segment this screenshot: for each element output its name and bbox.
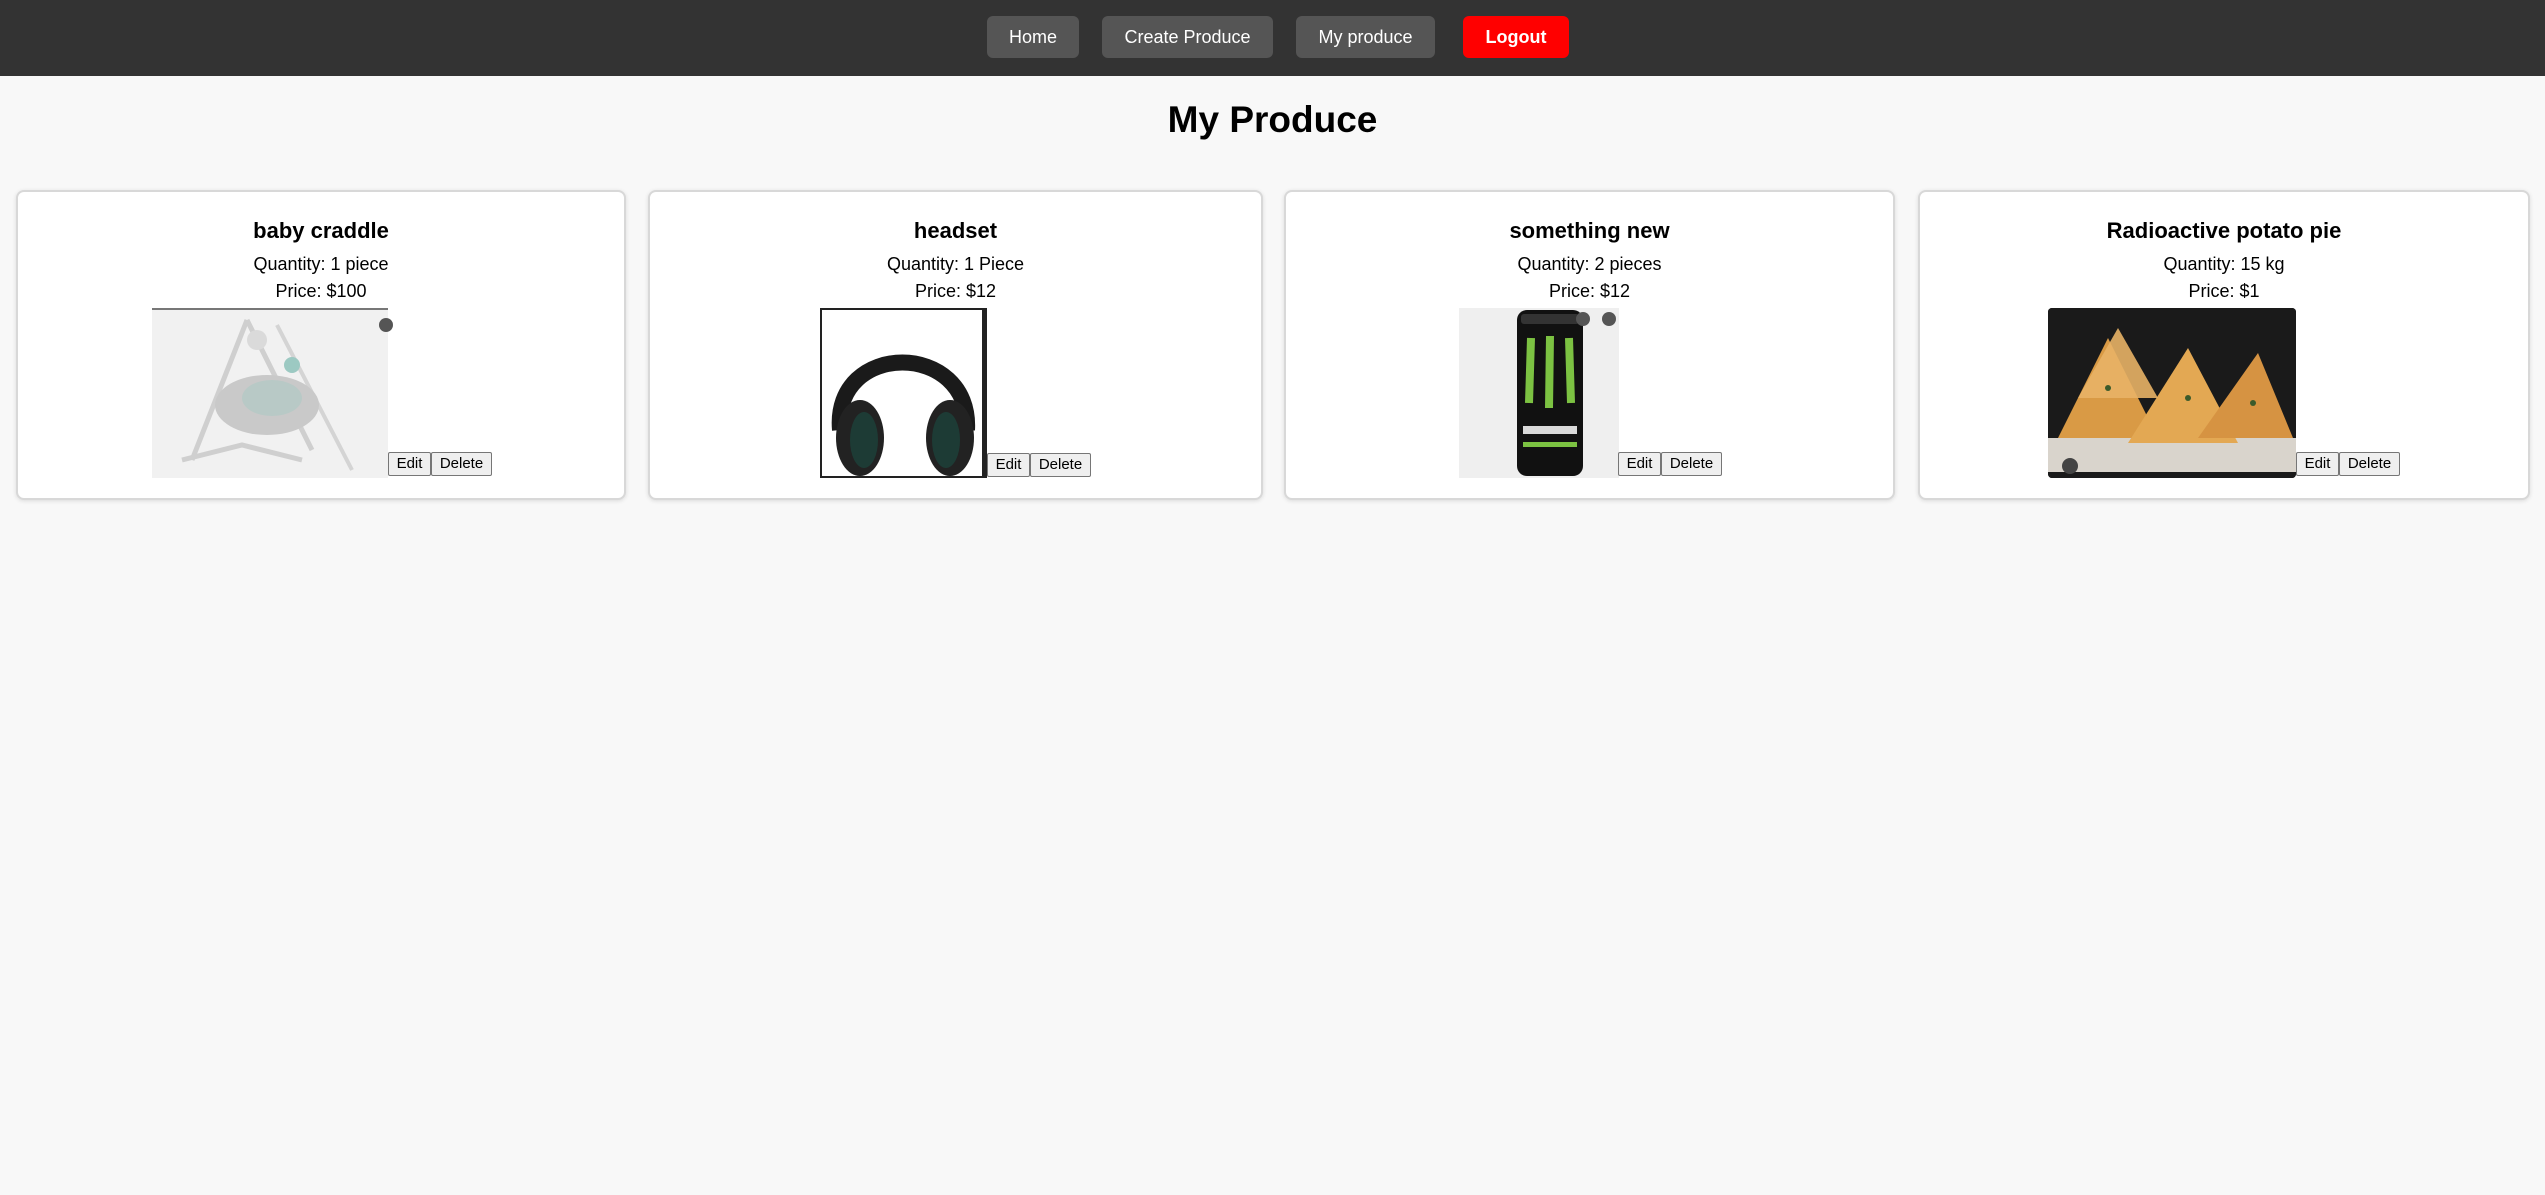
energy-drink-can-image	[1459, 308, 1619, 478]
share-icon	[1576, 312, 1590, 326]
product-media: Edit Delete	[18, 308, 624, 480]
delete-button[interactable]: Delete	[431, 452, 492, 476]
product-card: Radioactive potato pie Quantity: 15 kg P…	[1918, 190, 2530, 500]
headphones-image	[820, 308, 987, 478]
create-produce-button[interactable]: Create Produce	[1102, 16, 1273, 58]
product-quantity: Quantity: 1 Piece	[886, 254, 1025, 274]
product-name: baby craddle	[253, 218, 389, 243]
edit-button[interactable]: Edit	[2296, 452, 2339, 476]
edit-button[interactable]: Edit	[1618, 452, 1661, 476]
product-media: Edit Delete	[1286, 308, 1893, 480]
edit-button[interactable]: Edit	[388, 452, 431, 476]
edit-button[interactable]: Edit	[987, 453, 1030, 477]
product-quantity: Quantity: 2 pieces	[1517, 254, 1662, 274]
product-card: something new Quantity: 2 pieces Price: …	[1284, 190, 1895, 500]
product-media: Edit Delete	[650, 308, 1261, 480]
product-card: baby craddle Quantity: 1 piece Price: $1…	[16, 190, 626, 500]
image-overlay-icon	[1602, 312, 1616, 326]
product-name: Radioactive potato pie	[2106, 218, 2342, 243]
product-name: something new	[1509, 218, 1670, 243]
my-produce-button[interactable]: My produce	[1296, 16, 1435, 58]
product-price: Price: $12	[914, 281, 997, 301]
home-button[interactable]: Home	[987, 16, 1079, 58]
product-price: Price: $100	[275, 281, 367, 301]
delete-button[interactable]: Delete	[2339, 452, 2400, 476]
navbar: Home Create Produce My produce Logout	[0, 0, 2545, 76]
baby-swing-image	[152, 308, 388, 478]
product-media: Edit Delete	[1920, 308, 2528, 480]
delete-button[interactable]: Delete	[1661, 452, 1722, 476]
product-quantity: Quantity: 1 piece	[253, 254, 389, 274]
product-quantity: Quantity: 15 kg	[2163, 254, 2285, 274]
logout-button[interactable]: Logout	[1463, 16, 1569, 58]
delete-button[interactable]: Delete	[1030, 453, 1091, 477]
product-card: headset Quantity: 1 Piece Price: $12 Edi…	[648, 190, 1263, 500]
pastry-image	[2048, 308, 2296, 478]
product-name: headset	[913, 218, 998, 243]
product-price: Price: $12	[1548, 281, 1631, 301]
page-title: My Produce	[1167, 99, 1378, 140]
image-overlay-icon	[379, 318, 393, 332]
product-price: Price: $1	[2188, 281, 2260, 301]
